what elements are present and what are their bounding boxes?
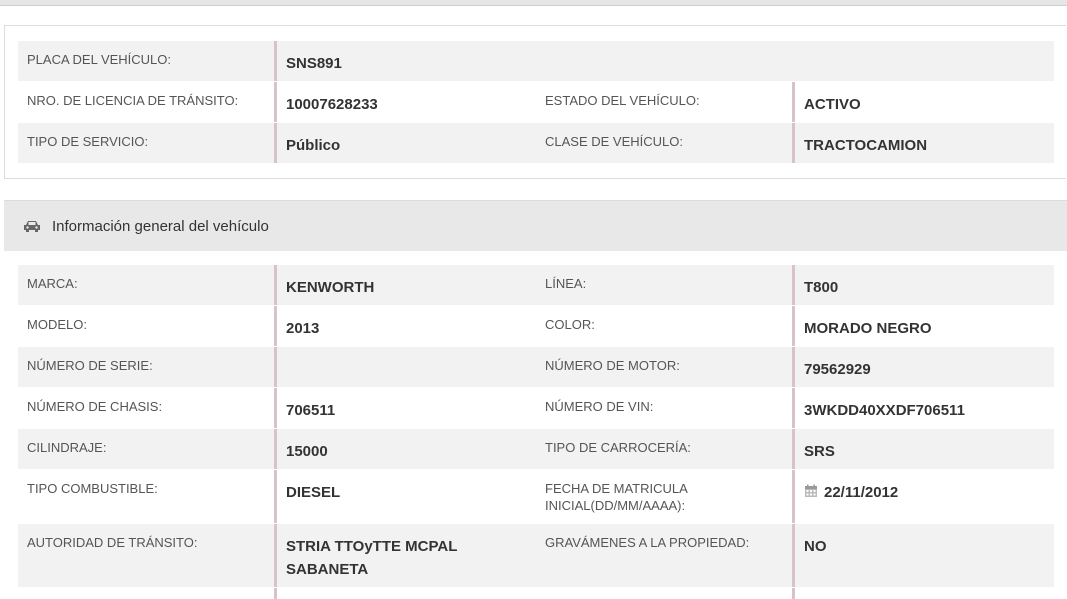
transit-authority-value: STRIA TTOyTTE MCPAL SABANETA	[274, 524, 536, 587]
top-bar	[0, 0, 1067, 6]
body-type-value: SRS	[792, 429, 1054, 469]
service-type-label: TIPO DE SERVICIO:	[27, 134, 149, 149]
general-info-header[interactable]: Información general del vehículo	[4, 200, 1067, 251]
model-label: MODELO:	[27, 317, 87, 332]
row-value-cut	[792, 588, 1054, 599]
color-value: MORADO NEGRO	[792, 306, 1054, 346]
vin-label: NÚMERO DE VIN:	[545, 399, 654, 414]
brand-value: KENWORTH	[274, 265, 536, 305]
engine-number-value: 79562929	[792, 347, 1054, 387]
summary-row-service: TIPO DE SERVICIO: Público CLASE DE VEHÍC…	[18, 123, 1054, 163]
brand-label: MARCA:	[27, 276, 78, 291]
vehicle-class-value: TRACTOCAMION	[792, 123, 1054, 163]
summary-row-license: NRO. DE LICENCIA DE TRÁNSITO: 1000762823…	[18, 82, 1054, 122]
table-row: NÚMERO DE CHASIS: 706511 NÚMERO DE VIN: …	[18, 388, 1054, 428]
displacement-value: 15000	[274, 429, 536, 469]
body-type-label: TIPO DE CARROCERÍA:	[545, 440, 691, 455]
row-label-cut	[18, 588, 274, 599]
fuel-type-label: TIPO COMBUSTIBLE:	[27, 481, 158, 496]
table-row	[18, 588, 1054, 599]
displacement-label: CILINDRAJE:	[27, 440, 107, 455]
line-label: LÍNEA:	[545, 276, 587, 291]
vehicle-class-label: CLASE DE VEHÍCULO:	[545, 134, 683, 149]
plate-value: SNS891	[274, 41, 1054, 81]
car-icon	[23, 219, 41, 233]
service-type-value: Público	[274, 123, 536, 163]
serial-number-value	[274, 347, 536, 387]
section-title: Información general del vehículo	[52, 217, 269, 235]
line-value: T800	[792, 265, 1054, 305]
chassis-number-label: NÚMERO DE CHASIS:	[27, 399, 163, 414]
license-value: 10007628233	[274, 82, 536, 122]
registration-date-label: FECHA DE MATRICULA INICIAL(DD/MM/AAAA):	[545, 481, 688, 513]
table-row: NÚMERO DE SERIE: NÚMERO DE MOTOR: 795629…	[18, 347, 1054, 387]
license-label: NRO. DE LICENCIA DE TRÁNSITO:	[27, 93, 239, 108]
transit-authority-label: AUTORIDAD DE TRÁNSITO:	[27, 535, 198, 550]
status-label: ESTADO DEL VEHÍCULO:	[545, 93, 700, 108]
registration-date-cell: 22/11/2012	[792, 470, 1054, 523]
serial-number-label: NÚMERO DE SERIE:	[27, 358, 153, 373]
liens-value: NO	[792, 524, 1054, 587]
row-label-cut	[536, 588, 792, 599]
table-row: CILINDRAJE: 15000 TIPO DE CARROCERÍA: SR…	[18, 429, 1054, 469]
row-value-cut	[274, 588, 536, 599]
fuel-type-value: DIESEL	[274, 470, 536, 523]
plate-label: PLACA DEL VEHÍCULO:	[27, 52, 172, 67]
summary-row-plate: PLACA DEL VEHÍCULO: SNS891	[18, 41, 1054, 81]
color-label: COLOR:	[545, 317, 595, 332]
table-row: MODELO: 2013 COLOR: MORADO NEGRO	[18, 306, 1054, 346]
table-row: MARCA: KENWORTH LÍNEA: T800	[18, 265, 1054, 305]
engine-number-label: NÚMERO DE MOTOR:	[545, 358, 680, 373]
table-row: AUTORIDAD DE TRÁNSITO: STRIA TTOyTTE MCP…	[18, 524, 1054, 587]
model-value: 2013	[274, 306, 536, 346]
chassis-number-value: 706511	[274, 388, 536, 428]
liens-label: GRAVÁMENES A LA PROPIEDAD:	[545, 535, 750, 550]
calendar-icon	[804, 482, 818, 497]
vin-value: 3WKDD40XXDF706511	[792, 388, 1054, 428]
table-row: TIPO COMBUSTIBLE: DIESEL FECHA DE MATRIC…	[18, 470, 1054, 523]
registration-date-value: 22/11/2012	[824, 484, 899, 501]
status-value: ACTIVO	[792, 82, 1054, 122]
